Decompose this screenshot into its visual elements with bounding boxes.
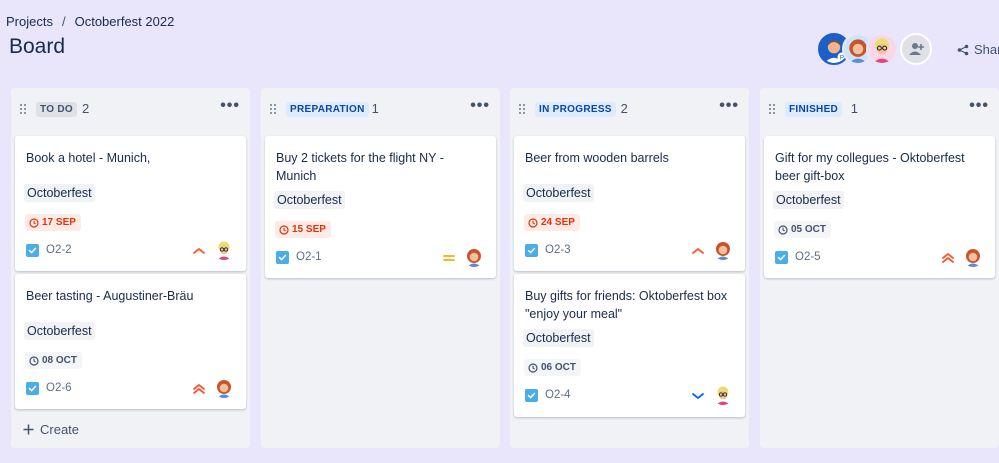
drag-handle-icon[interactable] [519, 104, 525, 114]
breadcrumb-project-link[interactable]: Octoberfest 2022 [75, 14, 175, 29]
issue-card[interactable]: Beer from wooden barrels Octoberfest 24 SE… [514, 136, 745, 271]
issue-card[interactable]: Book a hotel - Munich, Octoberfest 17 SEP O… [15, 136, 246, 271]
woman-glasses-avatar[interactable] [866, 33, 898, 65]
issue-card[interactable]: Buy gifts for friends: Oktoberfest box "… [514, 274, 745, 417]
issue-key[interactable]: O2-2 [46, 244, 72, 256]
column-issue-count: 2 [82, 101, 90, 116]
story-checkbox-icon [525, 389, 538, 402]
story-checkbox-icon [775, 251, 788, 264]
priority-highest-icon [941, 251, 955, 265]
drag-handle-icon[interactable] [769, 104, 775, 114]
woman-red-hair-avatar[interactable] [713, 240, 733, 260]
issue-summary: Beer from wooden barrels [525, 151, 669, 165]
issue-key[interactable]: O2-1 [296, 251, 322, 263]
clock-icon [29, 355, 39, 366]
drag-handle-icon[interactable] [270, 104, 276, 114]
woman-red-hair-avatar[interactable] [963, 247, 983, 267]
issue-summary: Gift for my collegues - Oktoberfest beer… [775, 151, 965, 183]
clock-icon [279, 224, 289, 235]
story-checkbox-icon [276, 251, 289, 264]
issue-key[interactable]: O2-4 [545, 389, 571, 401]
create-issue-button[interactable]: Create [23, 422, 79, 437]
due-date-badge: 24 SEP [524, 214, 580, 231]
board-column: TO DO 2 ••• Book a hotel - Munich, Octoberfe… [11, 88, 250, 448]
column-title: IN PROGRESS [535, 102, 616, 117]
due-date-badge: 05 OCT [774, 221, 832, 238]
column-title: TO DO [36, 102, 77, 117]
due-date-badge: 15 SEP [275, 221, 331, 238]
due-date-text: 06 OCT [541, 362, 577, 373]
issue-card[interactable]: Beer tasting - Augustiner-Bräu Octoberfes… [15, 274, 246, 409]
column-header[interactable]: PREPARATION 1 ••• [261, 88, 500, 130]
due-date-badge: 08 OCT [25, 352, 83, 369]
issue-summary: Book a hotel - Munich, [26, 151, 151, 165]
woman-red-hair-avatar[interactable] [214, 378, 234, 398]
issue-card[interactable]: Buy 2 tickets for the flight NY - Munich… [265, 136, 496, 278]
due-date-text: 17 SEP [42, 217, 76, 228]
epic-label[interactable]: Octoberfest [24, 184, 95, 202]
clock-icon [29, 217, 39, 228]
priority-high-icon [192, 244, 206, 258]
issue-card[interactable]: Gift for my collegues - Oktoberfest beer… [764, 136, 995, 278]
issue-summary: Buy gifts for friends: Oktoberfest box "… [525, 289, 728, 321]
clock-icon [528, 217, 538, 228]
share-label: Share [974, 42, 999, 57]
column-more-icon[interactable]: ••• [719, 97, 739, 115]
board-column: IN PROGRESS 2 ••• Beer from wooden barrels O… [510, 88, 749, 448]
share-button[interactable]: Share [957, 42, 999, 57]
add-people-button[interactable] [900, 33, 932, 65]
column-header[interactable]: IN PROGRESS 2 ••• [510, 88, 749, 130]
priority-medium-icon [442, 251, 456, 265]
column-more-icon[interactable]: ••• [220, 97, 240, 115]
priority-highest-icon [192, 382, 206, 396]
share-icon [957, 44, 969, 55]
issue-summary: Beer tasting - Augustiner-Bräu [26, 289, 194, 303]
board-column: FINISHED 1 ••• Gift for my collegues - Okto… [760, 88, 999, 448]
epic-label[interactable]: Octoberfest [523, 184, 594, 202]
woman-glasses-avatar[interactable] [713, 385, 733, 405]
column-title: FINISHED [785, 102, 843, 117]
plus-icon [23, 424, 34, 435]
column-issue-count: 1 [850, 101, 859, 116]
page-title: Board [9, 35, 66, 58]
board-column: PREPARATION 1 ••• Buy 2 tickets for the fli… [261, 88, 500, 448]
due-date-text: 08 OCT [42, 355, 78, 366]
issue-summary: Buy 2 tickets for the flight NY - Munich [276, 151, 444, 183]
create-label: Create [40, 422, 80, 437]
issue-key[interactable]: O2-6 [46, 382, 72, 394]
priority-high-icon [691, 244, 705, 258]
drag-handle-icon[interactable] [20, 104, 26, 114]
due-date-text: 15 SEP [292, 224, 326, 235]
due-date-badge: 17 SEP [25, 214, 81, 231]
story-checkbox-icon [26, 382, 39, 395]
breadcrumb-separator: / [61, 14, 66, 29]
column-issue-count: 2 [620, 101, 628, 116]
woman-red-hair-avatar[interactable] [464, 247, 484, 267]
breadcrumb-projects-link[interactable]: Projects [6, 14, 53, 29]
priority-low-icon [691, 389, 705, 403]
issue-key[interactable]: O2-3 [545, 244, 571, 256]
due-date-text: 05 OCT [791, 224, 827, 235]
story-checkbox-icon [26, 244, 39, 257]
column-more-icon[interactable]: ••• [470, 97, 490, 115]
woman-glasses-avatar[interactable] [214, 240, 234, 260]
clock-icon [528, 362, 538, 373]
clock-icon [778, 224, 788, 235]
epic-label[interactable]: Octoberfest [523, 329, 594, 347]
issue-key[interactable]: O2-5 [795, 251, 821, 263]
due-date-badge: 06 OCT [524, 359, 582, 376]
epic-label[interactable]: Octoberfest [274, 191, 345, 209]
column-title: PREPARATION [286, 102, 369, 117]
column-more-icon[interactable]: ••• [969, 97, 989, 115]
column-header[interactable]: FINISHED 1 ••• [760, 88, 999, 130]
epic-label[interactable]: Octoberfest [773, 191, 844, 209]
column-header[interactable]: TO DO 2 ••• [11, 88, 250, 130]
epic-label[interactable]: Octoberfest [24, 322, 95, 340]
story-checkbox-icon [525, 244, 538, 257]
column-issue-count: 1 [371, 101, 379, 116]
add-person-icon [909, 43, 924, 55]
due-date-text: 24 SEP [541, 217, 575, 228]
breadcrumb: Projects / Octoberfest 2022 [6, 14, 174, 29]
